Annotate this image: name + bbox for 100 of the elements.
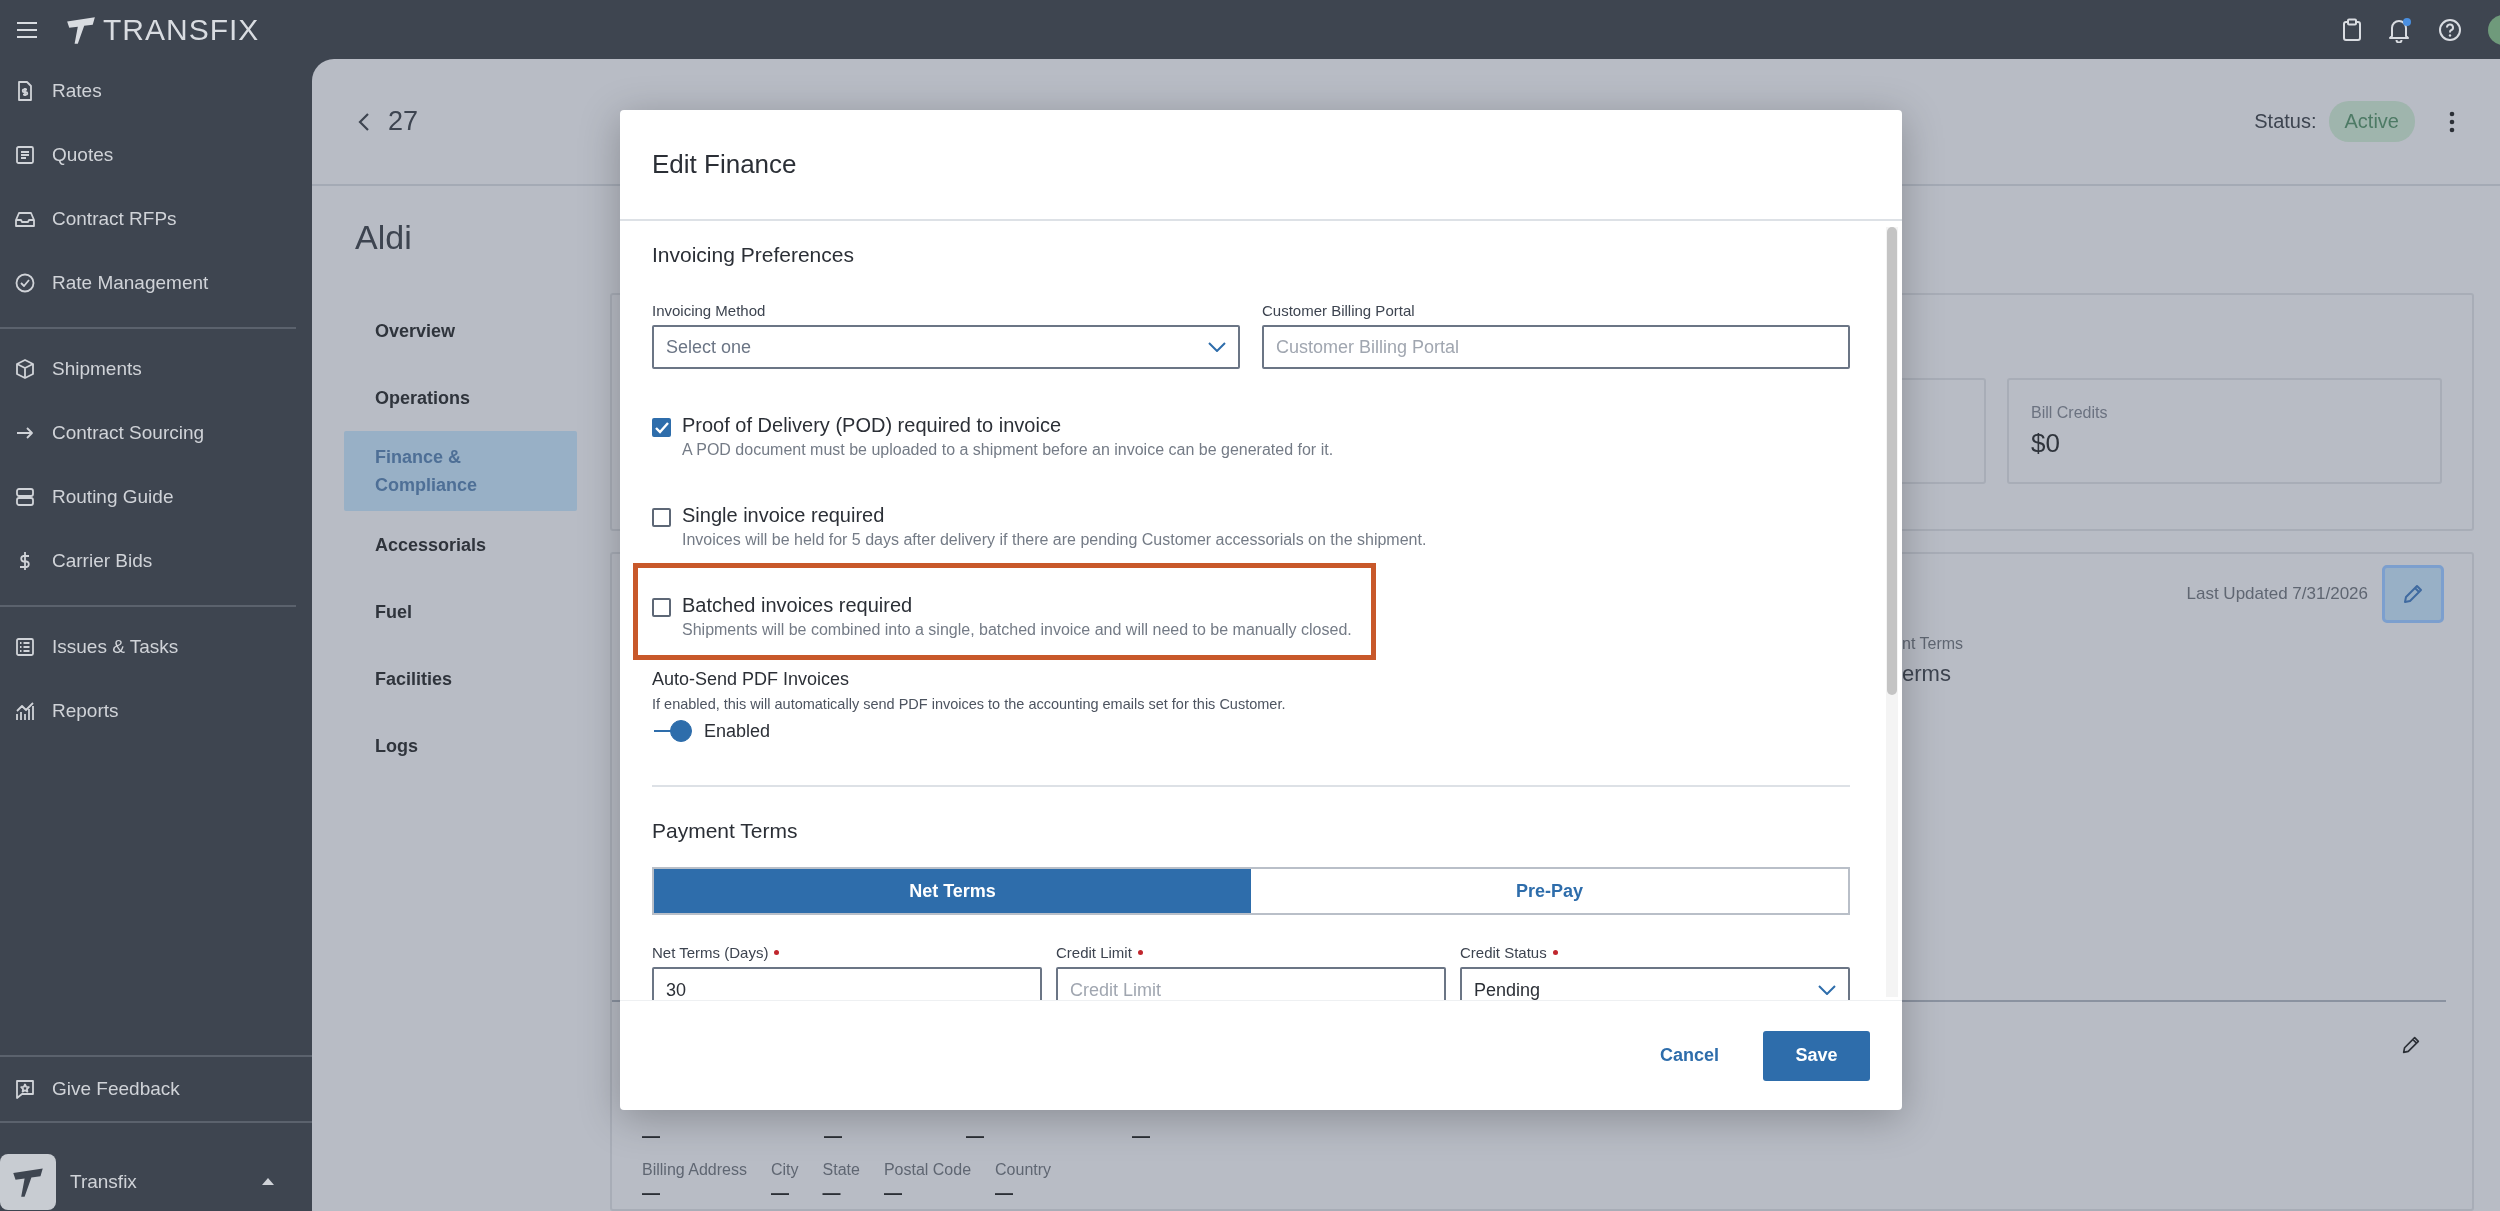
field-label: State (822, 1160, 860, 1179)
field-value: — (642, 1182, 661, 1204)
metric-value: $0 (2031, 427, 2061, 459)
sidebar-label: Quotes (52, 144, 114, 166)
customer-name: Aldi (354, 218, 413, 257)
section-tab[interactable]: Logs (344, 712, 577, 779)
last-updated-text: Last Updated 7/31/2026 (2186, 583, 2368, 604)
record-number: 27 (388, 106, 419, 137)
brand-name: TRANSFIX (103, 12, 260, 47)
sidebar-label: Shipments (52, 358, 142, 380)
status-label: Status: (2254, 110, 2317, 133)
field-label: Customer Billing Portal (1262, 302, 1416, 319)
field-label: Credit Status (1460, 944, 1850, 961)
dropdown-field[interactable]: Pending (1460, 967, 1850, 1000)
checkbox[interactable] (652, 598, 671, 617)
field-value: — (770, 1182, 790, 1204)
option-description: Shipments will be combined into a single, batched invoice and will need to be manually closed. (682, 621, 1352, 639)
field-value: erms (1902, 660, 1952, 687)
dialog-title: Edit Finance (652, 149, 797, 180)
field-value: — (883, 1182, 903, 1204)
document-lines-icon (14, 144, 36, 166)
toggle-switch[interactable] (652, 720, 692, 742)
sidebar-label: Reports (52, 700, 119, 722)
sidebar-label: Give Feedback (52, 1078, 180, 1100)
field-label: Postal Code (883, 1160, 972, 1179)
setting-description: If enabled, this will automatically send PDF invoices to the accounting emails set for this Customer. (652, 696, 1287, 712)
check-circle-icon (14, 272, 36, 294)
sidebar-item[interactable]: Contract Sourcing (0, 401, 312, 465)
option-title: Proof of Delivery (POD) required to invoice (682, 414, 1063, 437)
section-tab[interactable]: Accessorials (344, 511, 577, 578)
field-value: — (824, 1125, 843, 1147)
field-value: — (995, 1182, 1015, 1204)
scrollbar-thumb[interactable] (1887, 227, 1897, 695)
segment-tab[interactable]: Net Terms (654, 869, 1251, 913)
cancel-button[interactable]: Cancel (1655, 1039, 1723, 1072)
sidebar-item[interactable]: Issues & Tasks (0, 615, 312, 679)
status-badge: Active (2328, 101, 2415, 142)
sidebar-label: Contract Sourcing (52, 422, 205, 444)
sidebar-label: Issues & Tasks (52, 636, 179, 658)
logo-icon (65, 14, 97, 45)
account-name: Transfix (70, 1171, 138, 1193)
option-title: Batched invoices required (682, 594, 914, 617)
setting-title: Auto-Send PDF Invoices (652, 669, 851, 690)
option-description: A POD document must be uploaded to a shipment before an invoice can be generated for it. (682, 441, 1334, 459)
toggle-label: Enabled (704, 720, 771, 742)
field-label: Credit Limit (1056, 944, 1446, 961)
sidebar-label: Contract RFPs (52, 208, 177, 230)
more-options-icon[interactable] (2449, 110, 2455, 133)
sidebar-item[interactable]: Carrier Bids (0, 529, 312, 593)
field-label: Billing Address (642, 1160, 747, 1179)
edit-button[interactable] (2382, 564, 2444, 623)
back-chevron-icon[interactable] (358, 111, 370, 132)
help-icon[interactable] (2438, 17, 2462, 42)
sidebar-item[interactable]: Routing Guide (0, 465, 312, 529)
dropdown-field[interactable]: Select one (652, 325, 1240, 369)
clipboard-icon[interactable] (2342, 17, 2362, 42)
sidebar-item[interactable]: Rates (0, 59, 312, 123)
cube-icon (14, 358, 36, 380)
sidebar-item[interactable]: Shipments (0, 337, 312, 401)
sidebar-item[interactable]: Rate Management (0, 251, 312, 315)
field-value: — (822, 1182, 842, 1204)
section-tab[interactable]: Overview (344, 297, 577, 364)
field-label: Net Terms (Days) (652, 944, 1042, 961)
text-field[interactable]: Customer Billing Portal (1262, 325, 1850, 369)
checkbox[interactable] (652, 418, 671, 437)
field-value: — (642, 1125, 661, 1147)
section-heading: Invoicing Preferences (652, 243, 855, 267)
section-tab[interactable]: Facilities (344, 645, 577, 712)
field-value: — (966, 1125, 985, 1147)
option-description: Invoices will be held for 5 days after delivery if there are pending Customer accessorials on the shipment. (682, 531, 1427, 549)
field-label: nt Terms (1902, 634, 1965, 653)
option-title: Single invoice required (682, 504, 886, 527)
bar-chart-icon (14, 700, 36, 722)
sidebar-label: Carrier Bids (52, 550, 153, 572)
sidebar-label: Rates (52, 80, 102, 102)
save-button[interactable]: Save (1763, 1030, 1870, 1081)
stacked-boxes-icon (14, 486, 36, 508)
sidebar-item[interactable]: Reports (0, 679, 312, 743)
chevron-down-icon (1818, 985, 1836, 995)
checkbox[interactable] (652, 508, 671, 527)
sidebar-label: Routing Guide (52, 486, 174, 508)
field-label: Invoicing Method (652, 302, 767, 319)
sidebar-item[interactable]: Contract RFPs (0, 187, 312, 251)
section-tab[interactable]: Fuel (344, 578, 577, 645)
section-tab[interactable]: Operations (344, 364, 577, 431)
text-field[interactable]: 30 (652, 967, 1042, 1000)
chat-star-icon (14, 1078, 36, 1100)
account-switcher[interactable]: Transfix (0, 1123, 312, 1211)
menu-icon[interactable] (17, 21, 37, 38)
sidebar-item[interactable]: Quotes (0, 123, 312, 187)
metric-label: Bill Credits (2031, 403, 2109, 422)
section-heading: Payment Terms (652, 819, 799, 843)
sidebar-label: Rate Management (52, 272, 209, 294)
text-field[interactable]: Credit Limit (1056, 967, 1446, 1000)
field-label: Country (995, 1160, 1052, 1179)
list-icon (14, 636, 36, 658)
caret-up-icon (262, 1177, 274, 1185)
chevron-down-icon (1208, 342, 1226, 352)
bell-icon[interactable] (2388, 16, 2412, 43)
field-value: — (1132, 1125, 1151, 1147)
